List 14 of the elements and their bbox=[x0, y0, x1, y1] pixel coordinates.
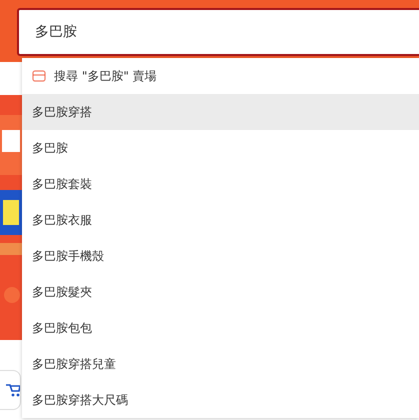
suggestion-item[interactable]: 搜尋 "多巴胺" 賣場 bbox=[22, 58, 419, 94]
suggestion-item[interactable]: 多巴胺包包 bbox=[22, 310, 419, 346]
suggestion-item[interactable]: 多巴胺套裝 bbox=[22, 166, 419, 202]
suggestion-item[interactable]: 多巴胺穿搭兒童 bbox=[22, 346, 419, 382]
suggestion-item[interactable]: 多巴胺手機殼 bbox=[22, 238, 419, 274]
cart-card[interactable] bbox=[0, 370, 21, 410]
suggestion-item[interactable]: 多巴胺穿搭 bbox=[22, 94, 419, 130]
suggestion-item[interactable]: 多巴胺 bbox=[22, 130, 419, 166]
suggestion-item[interactable]: 多巴胺髮夾 bbox=[22, 274, 419, 310]
suggestion-item[interactable]: 多巴胺衣服 bbox=[22, 202, 419, 238]
cart-icon bbox=[6, 383, 20, 397]
search-field[interactable]: 多巴胺 bbox=[17, 8, 419, 56]
store-icon bbox=[32, 70, 46, 82]
suggestion-item[interactable]: 多巴胺穿搭大尺碼 bbox=[22, 382, 419, 418]
